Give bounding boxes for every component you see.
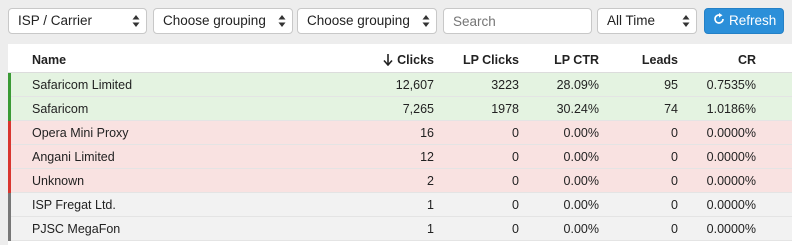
isp-report-table: Name Clicks LP Clicks LP CTR Leads CR Sa… (8, 44, 792, 245)
cell-cr: 0.0000% (706, 198, 756, 212)
cell-lp-ctr: 0.00% (563, 198, 599, 212)
cell-cr: 1.0186% (706, 102, 756, 116)
refresh-button-label: Refresh (729, 13, 777, 28)
cell-lp-clicks: 0 (512, 126, 519, 140)
cell-cr: 0.0000% (706, 174, 756, 188)
time-range-select[interactable]: All Time (597, 8, 697, 34)
cell-leads: 0 (671, 174, 678, 188)
select-arrows-icon (278, 14, 286, 28)
select-arrows-icon (422, 14, 430, 28)
table-row[interactable]: Opera Mini Proxy 16 0 0.00% 0 0.0000% (8, 121, 792, 145)
cell-cr: 0.0000% (706, 222, 756, 236)
cell-name: Angani Limited (32, 150, 115, 164)
cell-lp-ctr: 28.09% (556, 78, 599, 92)
column-header-lp-ctr[interactable]: LP CTR (523, 48, 599, 73)
row-status-bar (8, 73, 11, 97)
table-row[interactable]: Safaricom Limited 12,607 3223 28.09% 95 … (8, 73, 792, 97)
cell-clicks: 16 (420, 126, 434, 140)
row-status-bar (8, 169, 11, 193)
cell-clicks: 7,265 (402, 102, 434, 116)
cell-clicks: 12,607 (395, 78, 434, 92)
grouping-select-1-label: Choose grouping (163, 13, 266, 28)
grouping-select-2[interactable]: Choose grouping (297, 8, 437, 34)
row-status-bar (8, 217, 11, 241)
grouping-select-2-label: Choose grouping (307, 13, 410, 28)
column-header-cr[interactable]: CR (682, 48, 756, 73)
row-status-bar (8, 97, 11, 121)
refresh-button[interactable]: Refresh (704, 8, 784, 34)
toolbar: ISP / Carrier Choose grouping Choose gro… (0, 0, 792, 42)
row-status-bar (8, 145, 11, 169)
column-header-lp-clicks[interactable]: LP Clicks (438, 48, 519, 73)
cell-leads: 0 (671, 126, 678, 140)
row-status-bar (8, 193, 11, 217)
cell-lp-clicks: 0 (512, 150, 519, 164)
cell-lp-clicks: 0 (512, 222, 519, 236)
table-row[interactable]: Angani Limited 12 0 0.00% 0 0.0000% (8, 145, 792, 169)
cell-lp-clicks: 0 (512, 198, 519, 212)
cell-name: ISP Fregat Ltd. (32, 198, 116, 212)
cell-lp-clicks: 3223 (491, 78, 519, 92)
cell-lp-ctr: 30.24% (556, 102, 599, 116)
cell-cr: 0.0000% (706, 150, 756, 164)
column-header-clicks-label: Clicks (397, 53, 434, 67)
search-input[interactable] (443, 8, 592, 34)
cell-lp-ctr: 0.00% (563, 222, 599, 236)
cell-leads: 0 (671, 150, 678, 164)
cell-lp-clicks: 1978 (491, 102, 519, 116)
refresh-icon (713, 9, 729, 33)
cell-lp-clicks: 0 (512, 174, 519, 188)
table-row[interactable]: ISP Fregat Ltd. 1 0 0.00% 0 0.0000% (8, 193, 792, 217)
cell-cr: 0.0000% (706, 126, 756, 140)
cell-leads: 95 (664, 78, 678, 92)
column-header-clicks[interactable]: Clicks (308, 48, 434, 73)
cell-leads: 0 (671, 198, 678, 212)
cell-name: Opera Mini Proxy (32, 126, 129, 140)
cell-clicks: 1 (427, 222, 434, 236)
cell-clicks: 2 (427, 174, 434, 188)
cell-cr: 0.7535% (706, 78, 756, 92)
cell-name: PJSC MegaFon (32, 222, 121, 236)
grouping-select-1[interactable]: Choose grouping (153, 8, 293, 34)
cell-name: Safaricom Limited (32, 78, 133, 92)
cell-clicks: 1 (427, 198, 434, 212)
cell-name: Unknown (32, 174, 85, 188)
table-header: Name Clicks LP Clicks LP CTR Leads CR (8, 44, 792, 73)
isp-carrier-select[interactable]: ISP / Carrier (8, 8, 147, 34)
cell-leads: 74 (664, 102, 678, 116)
isp-carrier-select-label: ISP / Carrier (18, 13, 93, 28)
select-arrows-icon (132, 14, 140, 28)
cell-lp-ctr: 0.00% (563, 174, 599, 188)
cell-lp-ctr: 0.00% (563, 126, 599, 140)
row-status-bar (8, 121, 11, 145)
cell-leads: 0 (671, 222, 678, 236)
table-row[interactable]: Safaricom 7,265 1978 30.24% 74 1.0186% (8, 97, 792, 121)
column-header-leads[interactable]: Leads (603, 48, 678, 73)
cell-lp-ctr: 0.00% (563, 150, 599, 164)
cell-name: Safaricom (32, 102, 89, 116)
cell-clicks: 12 (420, 150, 434, 164)
table-row[interactable]: PJSC MegaFon 1 0 0.00% 0 0.0000% (8, 217, 792, 241)
sort-descending-icon (383, 50, 393, 75)
column-header-name[interactable]: Name (32, 48, 232, 73)
time-range-select-label: All Time (607, 13, 656, 28)
select-arrows-icon (682, 14, 690, 28)
table-row[interactable]: Unknown 2 0 0.00% 0 0.0000% (8, 169, 792, 193)
